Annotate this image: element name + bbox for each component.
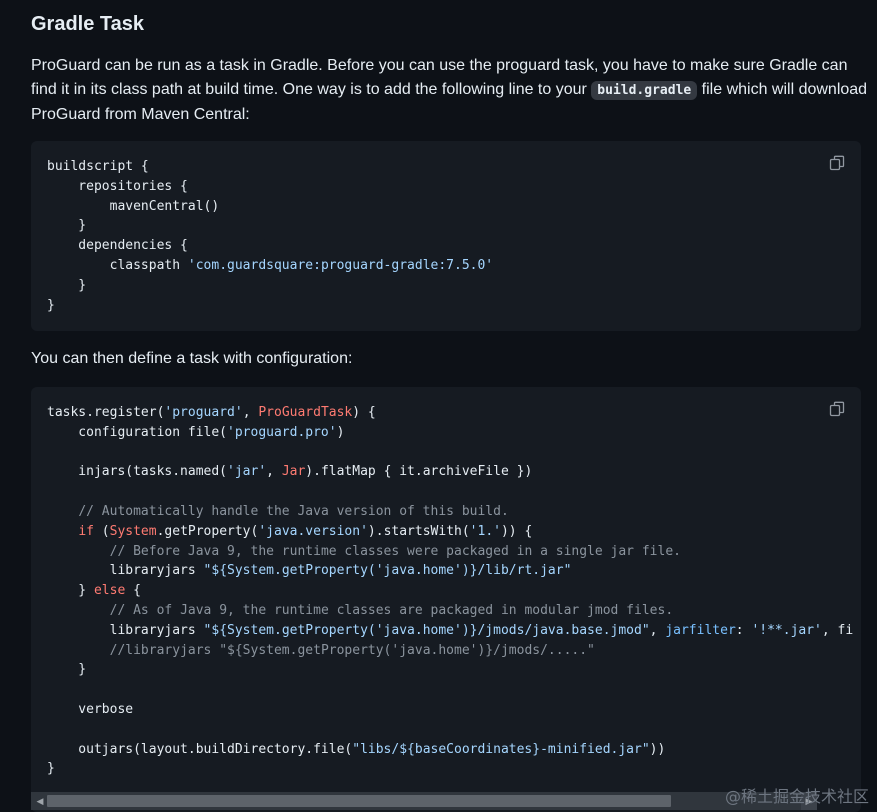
- inline-code-build-gradle: build.gradle: [591, 81, 698, 100]
- code-line: injars(tasks.named('jar', Jar).flatMap {…: [47, 464, 533, 480]
- code-line: // Before Java 9, the runtime classes we…: [109, 543, 681, 559]
- code-line: }: [47, 761, 55, 777]
- code-line: verbose: [47, 701, 134, 717]
- watermark: @稀土掘金技术社区: [724, 787, 869, 806]
- code-line: buildscript {: [47, 159, 149, 174]
- code-line: }: [47, 218, 87, 234]
- code-line: mavenCentral(): [47, 198, 220, 214]
- code-block-proguard-task: tasks.register('proguard', ProGuardTask)…: [31, 387, 861, 812]
- code-content: buildscript { repositories { mavenCentra…: [47, 157, 493, 315]
- scrollbar-thumb[interactable]: [47, 795, 671, 807]
- code-line: }: [47, 662, 87, 678]
- code-line: // Automatically handle the Java version…: [78, 503, 509, 519]
- code-line: }: [47, 277, 87, 293]
- task-paragraph: You can then define a task with configur…: [31, 350, 353, 367]
- code-line: libraryjars "${System.getProperty('java.…: [47, 563, 572, 579]
- copy-button[interactable]: [829, 155, 845, 171]
- code-line: dependencies {: [47, 238, 188, 254]
- code-line: // As of Java 9, the runtime classes are…: [109, 602, 674, 618]
- copy-button[interactable]: [829, 401, 845, 417]
- code-block-buildscript: buildscript { repositories { mavenCentra…: [31, 141, 861, 331]
- copy-icon: [829, 401, 845, 417]
- scroll-left-arrow-icon[interactable]: ◀: [33, 792, 47, 810]
- code-line: repositories {: [47, 178, 188, 194]
- copy-icon: [829, 155, 845, 171]
- code-line: //libraryjars "${System.getProperty('jav…: [109, 642, 595, 658]
- code-line: }: [47, 297, 55, 313]
- section-heading: Gradle Task: [31, 13, 145, 35]
- code-line: libraryjars "${System.getProperty('java.…: [47, 622, 854, 638]
- code-line: outjars(layout.buildDirectory.file("libs…: [47, 741, 666, 757]
- code-line: classpath 'com.guardsquare:proguard-grad…: [47, 257, 494, 273]
- code-content: tasks.register('proguard', ProGuardTask)…: [47, 403, 853, 779]
- code-line: if (System.getProperty('java.version').s…: [78, 523, 533, 539]
- intro-paragraph: ProGuard can be run as a task in Gradle.…: [31, 54, 871, 127]
- code-line: configuration file('proguard.pro'): [47, 424, 345, 440]
- code-line: tasks.register('proguard', ProGuardTask)…: [47, 405, 376, 420]
- code-line: } else {: [47, 583, 141, 599]
- horizontal-scrollbar[interactable]: ◀ ▶: [31, 792, 817, 810]
